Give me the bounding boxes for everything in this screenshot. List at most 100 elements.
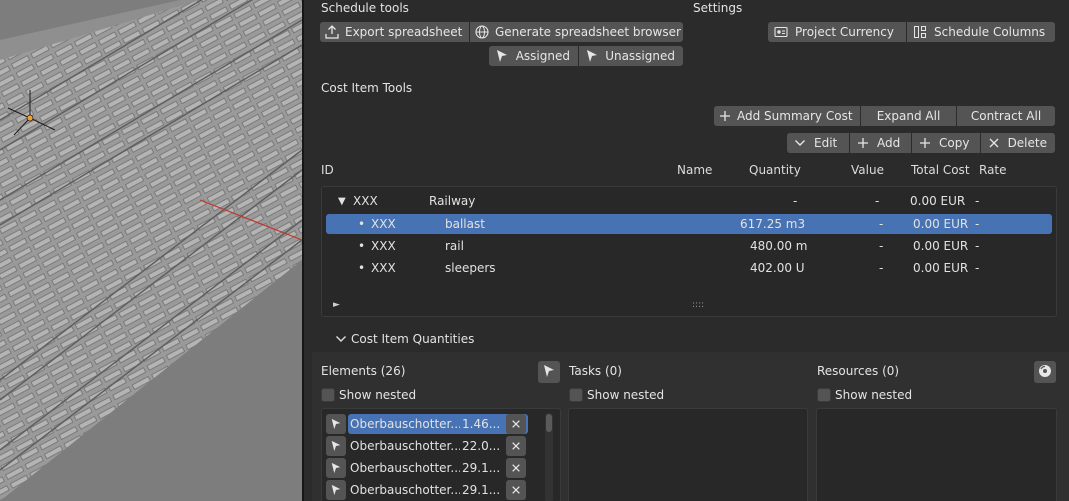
element-name: Oberbauschotter... xyxy=(350,483,460,497)
list-resize-grip[interactable]: :::: xyxy=(692,300,704,310)
cost-items-list[interactable]: ▼ XXX Railway - - 0.00 EUR - • XXX balla… xyxy=(321,186,1057,317)
bullet-icon: • xyxy=(358,261,366,275)
cost-item-quantity: - xyxy=(793,194,798,208)
element-name: Oberbauschotter... xyxy=(350,461,460,475)
tasks-list[interactable] xyxy=(568,408,808,501)
cost-item-quantity: 402.00 U xyxy=(750,261,805,275)
cost-item-quantities-panel: Elements (26) Show nested Oberbauschotte… xyxy=(312,352,1069,501)
scrollbar-thumb[interactable] xyxy=(546,414,552,432)
add-summary-cost-button[interactable]: Add Summary Cost xyxy=(714,106,860,126)
element-quantity: 29.1... xyxy=(462,461,501,475)
cost-item-quantity: 617.25 m3 xyxy=(740,217,806,231)
cost-item-total: 0.00 EUR xyxy=(913,239,969,253)
list-item[interactable]: • XXX sleepers 402.00 U - 0.00 EUR - xyxy=(326,258,1052,278)
collapse-arrow-icon[interactable]: ▼ xyxy=(338,196,346,207)
tasks-heading: Tasks (0) xyxy=(569,364,622,378)
resources-show-nested-checkbox[interactable] xyxy=(817,388,831,402)
currency-card-icon xyxy=(773,24,789,40)
cost-item-quantities-heading[interactable]: Cost Item Quantities xyxy=(351,332,474,346)
column-header-value: Value xyxy=(851,163,884,177)
add-label: Add xyxy=(877,136,901,150)
select-element-button[interactable] xyxy=(326,436,346,456)
select-cursor-icon xyxy=(494,48,510,64)
resources-menu-button[interactable] xyxy=(1034,361,1056,383)
cost-item-name: Railway xyxy=(429,194,476,208)
cost-item-id: XXX xyxy=(371,261,396,275)
generate-spreadsheet-browser-button[interactable]: Generate spreadsheet browser xyxy=(470,22,683,42)
cost-item-total: 0.00 EUR xyxy=(913,217,969,231)
cost-item-value: - xyxy=(879,217,884,231)
list-options-arrow-icon[interactable]: ► xyxy=(333,300,340,310)
column-header-id: ID xyxy=(321,163,334,177)
elements-show-nested-checkbox[interactable] xyxy=(321,388,335,402)
elements-heading: Elements (26) xyxy=(321,364,406,378)
cost-item-name: ballast xyxy=(445,217,485,231)
cost-item-name: rail xyxy=(445,239,464,253)
select-element-button[interactable] xyxy=(326,414,346,434)
remove-element-button[interactable] xyxy=(506,436,526,456)
unassigned-label: Unassigned xyxy=(605,49,675,63)
list-item[interactable]: Oberbauschotter... 29.1... xyxy=(326,480,531,500)
elements-list[interactable]: Oberbauschotter... 1.46... Oberbauschott… xyxy=(321,408,561,501)
properties-panel: Schedule tools Export spreadsheet Genera… xyxy=(304,0,1069,501)
add-summary-cost-label: Add Summary Cost xyxy=(737,109,853,123)
cost-item-rate: - xyxy=(975,239,980,253)
element-name: Oberbauschotter... xyxy=(350,439,460,453)
plus-icon xyxy=(719,108,731,124)
tasks-show-nested-label: Show nested xyxy=(587,388,665,402)
cost-item-value: - xyxy=(875,194,880,208)
column-header-name: Name xyxy=(677,163,713,177)
select-cursor-icon xyxy=(584,48,599,64)
quantities-collapse-icon[interactable] xyxy=(335,333,347,348)
plus-icon xyxy=(917,135,933,151)
schedule-columns-label: Schedule Columns xyxy=(934,25,1046,39)
select-element-button[interactable] xyxy=(326,458,346,478)
resources-list[interactable] xyxy=(816,408,1057,501)
cost-item-tools-heading: Cost Item Tools xyxy=(321,81,413,95)
select-elements-button[interactable] xyxy=(538,361,560,383)
unassigned-button[interactable]: Unassigned xyxy=(579,46,683,66)
copy-button[interactable]: Copy xyxy=(912,133,980,153)
viewport-scene xyxy=(0,0,302,501)
bullet-icon: • xyxy=(358,217,366,231)
cost-item-quantity: 480.00 m xyxy=(750,239,808,253)
remove-element-button[interactable] xyxy=(506,458,526,478)
remove-element-button[interactable] xyxy=(506,414,526,434)
remove-element-button[interactable] xyxy=(506,480,526,500)
cost-item-value: - xyxy=(879,239,884,253)
edit-button[interactable]: Edit xyxy=(787,133,849,153)
element-quantity: 1.46... xyxy=(462,417,501,431)
contract-all-button[interactable]: Contract All xyxy=(957,106,1055,126)
list-item[interactable]: ▼ XXX Railway - - 0.00 EUR - xyxy=(326,191,1052,211)
delete-button[interactable]: Delete xyxy=(981,133,1055,153)
copy-label: Copy xyxy=(939,136,970,150)
export-spreadsheet-button[interactable]: Export spreadsheet xyxy=(320,22,469,42)
globe-icon xyxy=(475,24,489,40)
assigned-button[interactable]: Assigned xyxy=(489,46,578,66)
element-quantity: 22.0... xyxy=(462,439,501,453)
list-item[interactable]: Oberbauschotter... 1.46... xyxy=(326,414,531,434)
add-button[interactable]: Add xyxy=(850,133,911,153)
expand-all-button[interactable]: Expand All xyxy=(861,106,956,126)
resources-show-nested-label: Show nested xyxy=(835,388,913,402)
close-icon xyxy=(986,135,1002,151)
tasks-show-nested-checkbox[interactable] xyxy=(569,388,583,402)
select-element-button[interactable] xyxy=(326,480,346,500)
assigned-label: Assigned xyxy=(515,49,570,63)
disc-icon xyxy=(1038,364,1052,381)
cost-item-id: XXX xyxy=(371,217,396,231)
project-currency-label: Project Currency xyxy=(795,25,894,39)
cost-item-name: sleepers xyxy=(445,261,496,275)
cost-item-rate: - xyxy=(975,261,980,275)
cost-item-id: XXX xyxy=(353,194,378,208)
edit-label: Edit xyxy=(814,136,838,150)
schedule-columns-button[interactable]: Schedule Columns xyxy=(907,22,1055,42)
3d-viewport[interactable] xyxy=(0,0,302,501)
list-item[interactable]: • XXX rail 480.00 m - 0.00 EUR - xyxy=(326,236,1052,256)
element-name: Oberbauschotter... xyxy=(350,417,460,431)
list-item[interactable]: Oberbauschotter... 22.0... xyxy=(326,436,531,456)
list-item[interactable]: • XXX ballast 617.25 m3 - 0.00 EUR - xyxy=(326,214,1052,234)
list-item[interactable]: Oberbauschotter... 29.1... xyxy=(326,458,531,478)
project-currency-button[interactable]: Project Currency xyxy=(768,22,906,42)
column-header-quantity: Quantity xyxy=(749,163,801,177)
